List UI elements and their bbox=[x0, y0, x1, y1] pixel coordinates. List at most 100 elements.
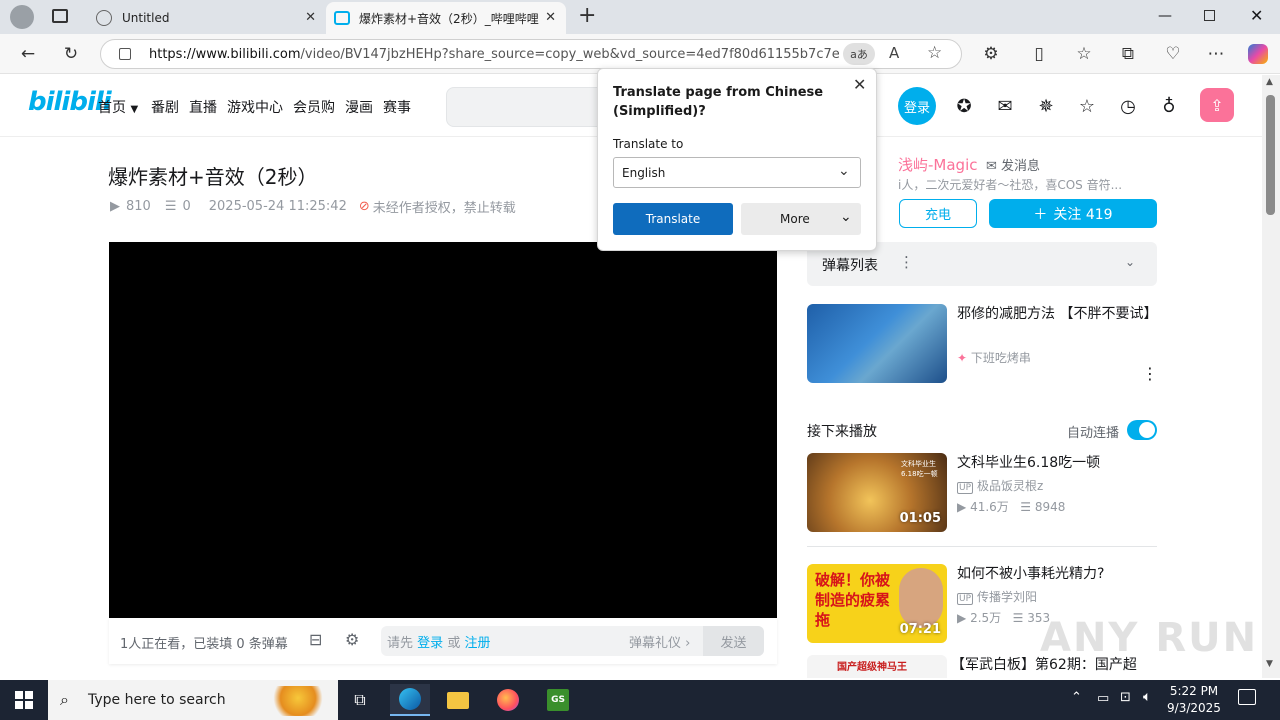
video-thumbnail[interactable]: 文科毕业生 6.18吃一顿 01:05 bbox=[807, 453, 947, 532]
tab-title: Untitled bbox=[122, 11, 170, 25]
video-author[interactable]: UP 极品饭灵根z bbox=[957, 477, 1043, 494]
tab-untitled[interactable]: Untitled ✕ bbox=[86, 2, 326, 34]
close-tab-icon[interactable]: ✕ bbox=[545, 10, 556, 25]
translate-popup-title: Translate page from Chinese (Simplified)… bbox=[613, 85, 824, 119]
browser-essentials-icon[interactable]: ♡ bbox=[1159, 40, 1187, 68]
send-danmaku-button[interactable]: 发送 bbox=[703, 626, 764, 656]
nav-live[interactable]: 直播 bbox=[189, 97, 217, 117]
dynamic-icon[interactable]: ✵ bbox=[1034, 94, 1058, 118]
more-vertical-icon[interactable]: ⋮ bbox=[899, 253, 914, 271]
read-aloud-icon[interactable]: A bbox=[889, 44, 899, 62]
video-duration: 01:05 bbox=[899, 511, 941, 526]
volume-icon[interactable]: 🔈︎ bbox=[1143, 689, 1151, 705]
selected-language: English bbox=[622, 166, 666, 180]
nav-anime[interactable]: 番剧 bbox=[151, 97, 179, 117]
ad-card[interactable]: 邪修的减肥方法 【不胖不要试】 ✦ 下班吃烤串 ⋮ bbox=[807, 304, 1158, 384]
copilot-icon[interactable] bbox=[1244, 40, 1272, 68]
video-thumbnail[interactable]: 国产超级神马王 bbox=[807, 655, 947, 678]
video-player[interactable] bbox=[109, 242, 777, 618]
tab-bilibili[interactable]: 爆炸素材+音效（2秒）_哔哩哔哩 ✕ bbox=[326, 2, 566, 34]
notifications-icon[interactable] bbox=[1238, 689, 1256, 705]
page-scrollbar[interactable]: ▲ ▼ bbox=[1262, 75, 1280, 678]
file-explorer-icon[interactable] bbox=[438, 684, 478, 716]
language-select[interactable]: English ⌄ bbox=[613, 157, 861, 188]
network-icon[interactable]: ⊡ bbox=[1120, 690, 1131, 705]
scroll-up-arrow[interactable]: ▲ bbox=[1266, 77, 1273, 87]
show-hidden-icons[interactable]: ⌃ bbox=[1071, 690, 1082, 705]
ad-title[interactable]: 邪修的减肥方法 【不胖不要试】 bbox=[957, 304, 1157, 324]
nav-esports[interactable]: 赛事 bbox=[383, 97, 411, 117]
nav-game-center[interactable]: 游戏中心 bbox=[227, 97, 283, 117]
danmaku-etiquette-link[interactable]: 弹幕礼仪 › bbox=[629, 632, 690, 651]
danmaku-count: 0 bbox=[182, 199, 191, 214]
danmaku-settings-icon[interactable]: ⚙ bbox=[345, 630, 359, 649]
message-icon[interactable]: ✉ bbox=[993, 94, 1017, 118]
restore-button[interactable] bbox=[1204, 10, 1215, 21]
clock[interactable]: 5:22 PM 9/3/2025 bbox=[1166, 683, 1222, 717]
scroll-down-arrow[interactable]: ▼ bbox=[1266, 659, 1273, 669]
send-message-link[interactable]: ✉ 发消息 bbox=[986, 155, 1040, 174]
nav-manga[interactable]: 漫画 bbox=[345, 97, 373, 117]
more-vertical-icon[interactable]: ⋮ bbox=[1142, 364, 1158, 383]
battery-icon[interactable]: ▭ bbox=[1097, 691, 1109, 706]
video-thumbnail[interactable]: 破解！你被制造的疲累拖 07:21 bbox=[807, 564, 947, 643]
translate-to-label: Translate to bbox=[613, 137, 684, 151]
login-avatar-button[interactable]: 登录 bbox=[898, 87, 936, 125]
translate-icon[interactable]: aあ bbox=[843, 43, 875, 65]
taskbar-search[interactable]: ⌕ Type here to search bbox=[48, 680, 338, 720]
clock-time: 5:22 PM bbox=[1169, 684, 1219, 698]
back-button[interactable]: ← bbox=[14, 40, 42, 68]
tab-actions-icon[interactable] bbox=[52, 9, 68, 23]
edge-taskbar-icon[interactable] bbox=[390, 684, 430, 716]
greenshot-icon[interactable]: GS bbox=[538, 684, 578, 716]
close-popup-icon[interactable]: ✕ bbox=[853, 75, 866, 94]
translate-button[interactable]: Translate bbox=[613, 203, 733, 235]
view-count: 810 bbox=[126, 199, 151, 214]
nav-home[interactable]: 首页 ▼ bbox=[98, 97, 138, 117]
task-view-icon[interactable]: ⧉ bbox=[340, 684, 380, 716]
lock-icon[interactable] bbox=[119, 48, 131, 60]
autoplay-toggle[interactable] bbox=[1127, 420, 1157, 440]
uploader-name[interactable]: 浅屿-Magic bbox=[898, 154, 977, 175]
video-stats: ▶ 41.6万 ☰ 8948 bbox=[957, 500, 1066, 514]
favorites-icon[interactable]: ☆ bbox=[1070, 40, 1098, 68]
uploader-bio: i人，二次元爱好者～社恐，喜COS 音符... bbox=[898, 178, 1123, 192]
close-tab-icon[interactable]: ✕ bbox=[305, 10, 316, 25]
upload-button[interactable]: ⇪ bbox=[1200, 88, 1234, 122]
history-icon[interactable]: ◷ bbox=[1116, 94, 1140, 118]
video-title[interactable]: 文科毕业生6.18吃一顿 bbox=[957, 453, 1100, 473]
list-item[interactable]: 文科毕业生 6.18吃一顿 01:05 文科毕业生6.18吃一顿 UP 极品饭灵根… bbox=[807, 453, 1157, 547]
minimize-button[interactable]: — bbox=[1158, 8, 1172, 24]
scrollbar-thumb[interactable] bbox=[1266, 95, 1275, 215]
split-screen-icon[interactable]: ▯ bbox=[1025, 40, 1053, 68]
danmaku-input[interactable]: 请先 登录 或 注册 弹幕礼仪 › 发送 bbox=[381, 626, 764, 656]
refresh-button[interactable]: ↻ bbox=[57, 40, 85, 68]
ad-thumbnail[interactable] bbox=[807, 304, 947, 383]
play-count-icon: ▶ bbox=[110, 199, 120, 214]
favorites-icon[interactable]: ☆ bbox=[1075, 94, 1099, 118]
extensions-icon[interactable]: ⚙ bbox=[977, 40, 1005, 68]
register-link[interactable]: 注册 bbox=[464, 636, 490, 651]
danmaku-toggle-icon[interactable]: ⊟ bbox=[309, 630, 322, 649]
collections-icon[interactable]: ⧉ bbox=[1114, 40, 1142, 68]
login-link[interactable]: 登录 bbox=[417, 636, 443, 651]
charge-button[interactable]: 充电 bbox=[899, 199, 977, 228]
url-path: /video/BV147jbzHEHp?share_source=copy_we… bbox=[300, 47, 839, 62]
favorite-star-icon[interactable]: ☆ bbox=[927, 43, 942, 63]
globe-icon bbox=[96, 10, 112, 26]
chevron-down-icon[interactable]: ⌄ bbox=[1125, 255, 1135, 269]
video-author[interactable]: UP 传播学刘阳 bbox=[957, 588, 1037, 605]
address-bar[interactable]: https://www.bilibili.com/video/BV147jbzH… bbox=[100, 39, 962, 69]
nav-shop[interactable]: 会员购 bbox=[293, 97, 335, 117]
new-tab-button[interactable]: + bbox=[578, 3, 596, 28]
follow-button[interactable]: ＋关注 419 bbox=[989, 199, 1157, 228]
video-title[interactable]: 如何不被小事耗光精力? bbox=[957, 564, 1104, 584]
close-window-button[interactable]: ✕ bbox=[1250, 6, 1263, 25]
creator-icon[interactable]: ♁ bbox=[1157, 94, 1181, 118]
more-menu-icon[interactable]: ⋯ bbox=[1202, 40, 1230, 68]
vip-icon[interactable]: ✪ bbox=[952, 94, 976, 118]
firefox-icon[interactable] bbox=[488, 684, 528, 716]
profile-icon[interactable] bbox=[10, 5, 34, 29]
more-button[interactable]: More ⌄ bbox=[741, 203, 861, 235]
start-button[interactable] bbox=[4, 684, 44, 716]
